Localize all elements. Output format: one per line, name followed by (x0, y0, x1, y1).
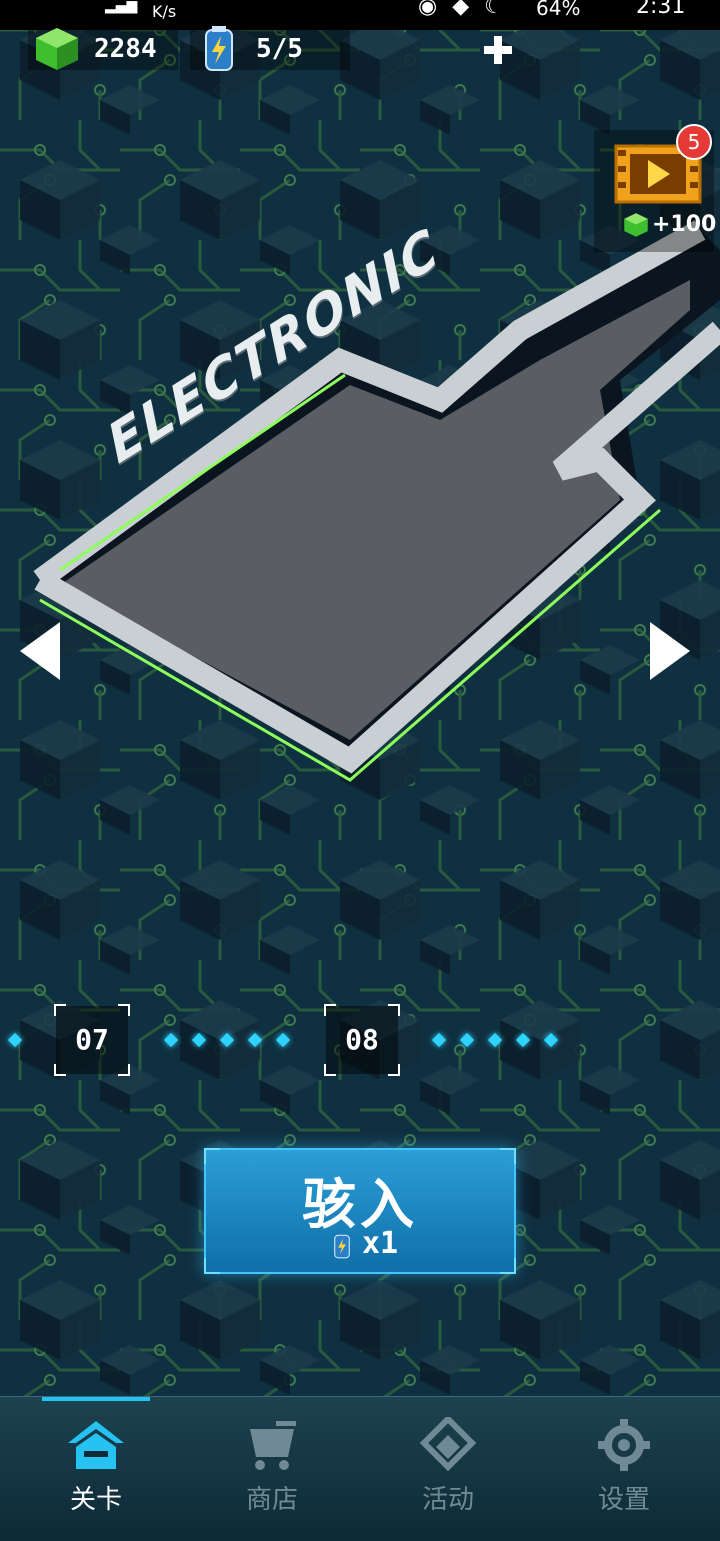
cart-icon (250, 1421, 296, 1470)
energy-counter: 5/5 (190, 26, 512, 71)
gear-icon (598, 1419, 650, 1471)
home-icon (68, 1421, 124, 1469)
clock: 2:31 (636, 0, 686, 19)
tab-levels[interactable]: 关卡 (6, 1397, 186, 1541)
video-reward-amount: +100 (622, 210, 716, 246)
add-energy-button[interactable] (480, 32, 516, 68)
level-dot (543, 1032, 559, 1048)
energy-cost-value: x1 (362, 1226, 399, 1261)
tab-label: 设置 (597, 1485, 650, 1515)
start-label: 骇入 (302, 1173, 418, 1236)
level-dot (163, 1032, 179, 1048)
tab-activities[interactable]: 活动 (358, 1397, 538, 1541)
tab-label: 活动 (421, 1485, 474, 1515)
energy-count: 5/5 (256, 34, 303, 64)
system-status-bar: ▂▄▆ K/s ◉ ◆ ☾ 64% 2:31 (0, 0, 720, 30)
hack-in-start-button[interactable]: 骇入 x1 (204, 1148, 516, 1274)
level-dot (459, 1032, 475, 1048)
tab-settings[interactable]: 设置 (534, 1397, 714, 1541)
level-dot (515, 1032, 531, 1048)
gem-counter: 2284 (28, 28, 178, 70)
tab-shop[interactable]: 商店 (182, 1397, 362, 1541)
gem-icon (624, 213, 648, 237)
energy-battery-icon (334, 1234, 350, 1259)
next-world-arrow[interactable] (648, 620, 692, 682)
tab-label: 关卡 (69, 1485, 122, 1515)
bottom-navigation: 关卡 商店 活动 设置 (0, 1396, 720, 1541)
video-count-badge: 5 (676, 124, 712, 160)
previous-world-arrow[interactable] (18, 620, 62, 682)
level-dot (219, 1032, 235, 1048)
level-dot (275, 1032, 291, 1048)
level-number: 08 (345, 1023, 379, 1056)
level-07-button[interactable]: 07 (54, 1004, 130, 1076)
level-number: 07 (75, 1023, 109, 1056)
energy-battery-icon (205, 26, 233, 71)
level-dot (487, 1032, 503, 1048)
signal-icon: ▂▄▆ (105, 0, 138, 14)
level-selector: 07 08 (0, 1000, 720, 1080)
gem-count: 2284 (94, 34, 157, 64)
tab-label: 商店 (245, 1485, 298, 1515)
activity-icon (419, 1417, 477, 1472)
status-icons: ◉ ◆ ☾ (418, 0, 508, 19)
level-08-button[interactable]: 08 (324, 1004, 400, 1076)
level-dot (191, 1032, 207, 1048)
level-dot (431, 1032, 447, 1048)
network-speed: K/s (152, 2, 177, 21)
level-dot (247, 1032, 263, 1048)
battery-level: 64% (536, 0, 581, 20)
reward-text: +100 (652, 212, 717, 237)
energy-cost: x1 (328, 1226, 398, 1268)
gem-icon (36, 28, 78, 70)
level-dot (7, 1032, 23, 1048)
